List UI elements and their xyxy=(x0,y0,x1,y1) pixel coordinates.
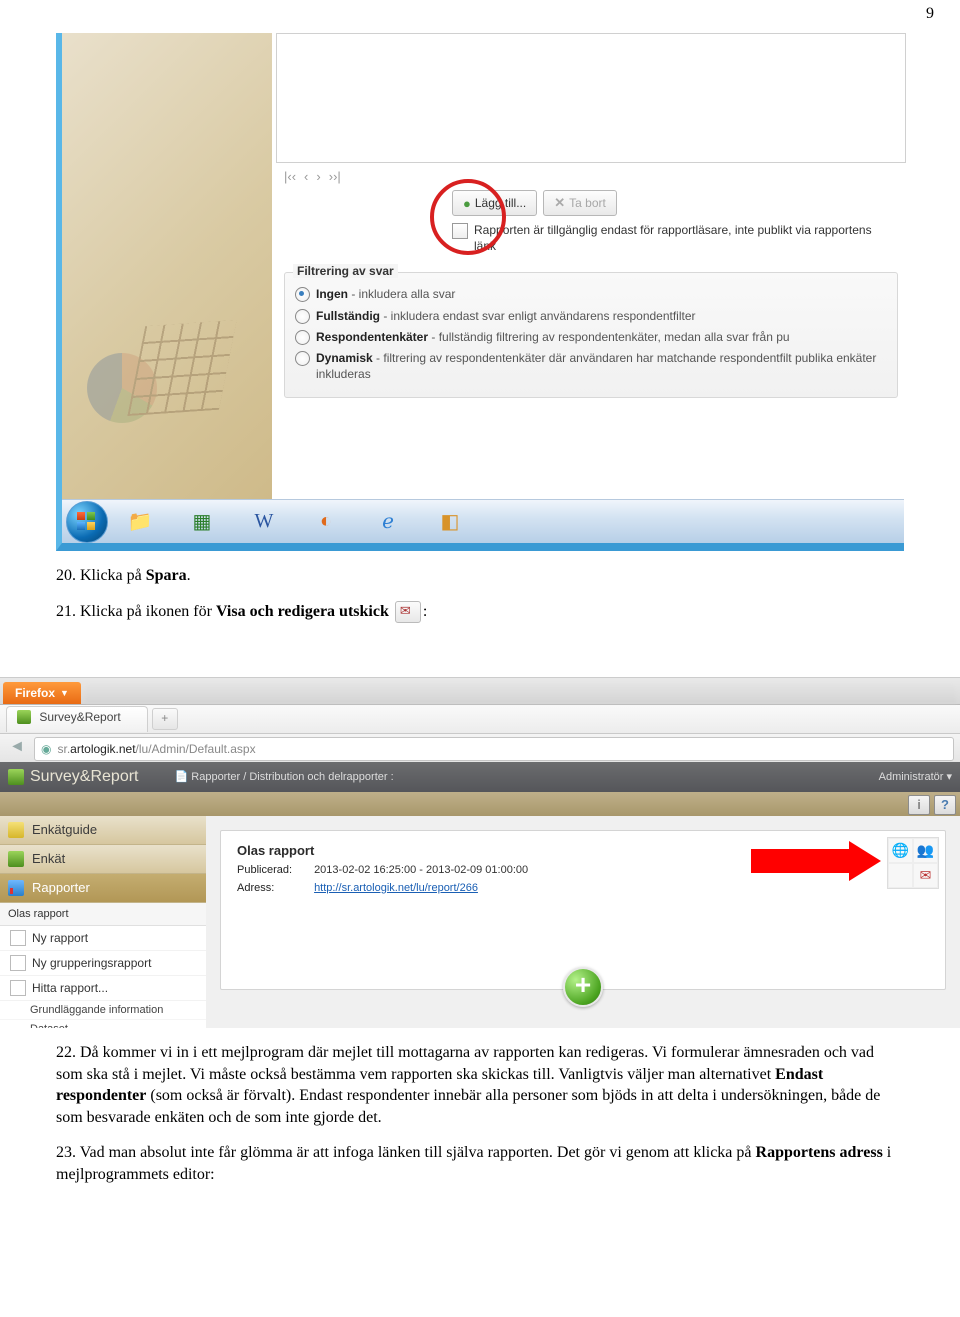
sidebar-sub-dataset[interactable]: Dataset xyxy=(0,1020,206,1028)
step-23: 23. Vad man absolut inte får glömma är a… xyxy=(56,1142,904,1185)
radio[interactable] xyxy=(295,330,310,345)
app-header: Survey&Report 📄 Rapporter / Distribution… xyxy=(0,762,960,792)
pager: |‹‹ ‹ › ››| xyxy=(282,169,906,184)
radio-option-fullstandig[interactable]: Fullständig - inkludera endast svar enli… xyxy=(295,308,887,324)
taskbar-ie[interactable]: ℯ xyxy=(358,504,418,540)
report-card: Olas rapport Publicerad: 2013-02-02 16:2… xyxy=(220,830,946,990)
radio-option-respondentenkater[interactable]: Respondentenkäter - fullständig filtreri… xyxy=(295,329,887,345)
help-button[interactable]: ? xyxy=(934,795,956,815)
wizard-icon xyxy=(8,822,24,838)
checkbox-label: Rapporten är tillgänglig endast för rapp… xyxy=(474,222,872,254)
browser-tab[interactable]: Survey&Report xyxy=(6,706,148,732)
taskbar-explorer[interactable]: 📁 xyxy=(110,504,170,540)
pager-next-icon[interactable]: › xyxy=(314,169,322,184)
mail-edit-icon xyxy=(395,601,421,623)
report-icon xyxy=(8,880,24,896)
site-favicon-icon xyxy=(17,710,31,724)
sidebar: Enkätguide Enkät Rapporter Olas rapport … xyxy=(0,816,207,1028)
radio[interactable] xyxy=(295,351,310,366)
content-toolbar: ? i xyxy=(0,792,960,817)
public-checkbox-row[interactable]: Rapporten är tillgänglig endast för rapp… xyxy=(452,222,872,254)
chevron-down-icon: ▼ xyxy=(60,688,69,698)
screenshot-filter-panel: |‹‹ ‹ › ››| ● Lägg till... ✕ Ta bort Rap… xyxy=(56,33,904,551)
report-address-link[interactable]: http://sr.artologik.net/lu/report/266 xyxy=(314,882,478,894)
pager-first-icon[interactable]: |‹‹ xyxy=(282,169,298,184)
taskbar-word[interactable]: W xyxy=(234,504,294,540)
report-address-row: Adress: http://sr.artologik.net/lu/repor… xyxy=(237,882,929,894)
annotation-circle xyxy=(430,179,506,255)
sidebar-subhead: Olas rapport xyxy=(0,903,206,926)
remove-button[interactable]: ✕ Ta bort xyxy=(543,190,617,216)
sidebar-sub-grundlaggande[interactable]: Grundläggande information xyxy=(0,1001,206,1020)
pager-prev-icon[interactable]: ‹ xyxy=(302,169,310,184)
address-bar[interactable]: ◉ sr.artologik.net/lu/Admin/Default.aspx xyxy=(34,737,954,761)
taskbar-outlook[interactable]: ◧ xyxy=(420,504,480,540)
page-number: 9 xyxy=(0,0,960,23)
start-button[interactable] xyxy=(66,501,108,543)
list-box xyxy=(276,33,906,163)
radio-option-dynamisk[interactable]: Dynamisk - filtrering av respondentenkät… xyxy=(295,350,887,382)
app-logo-icon xyxy=(8,769,24,785)
taskbar-firefox[interactable]: ◐ xyxy=(296,504,356,540)
user-role-label: Administratör ▾ xyxy=(879,770,952,783)
filter-fieldset: Filtrering av svar Ingen - inkludera all… xyxy=(284,272,898,398)
sidebar-item-enkat[interactable]: Enkät xyxy=(0,845,206,874)
main-content: Olas rapport Publicerad: 2013-02-02 16:2… xyxy=(206,816,960,1028)
new-tab-button[interactable]: + xyxy=(152,708,178,730)
add-report-button[interactable]: + xyxy=(563,967,603,1007)
sidebar-item-ny-rapport[interactable]: Ny rapport xyxy=(0,926,206,951)
radio[interactable] xyxy=(295,309,310,324)
taskbar-excel[interactable]: ▦ xyxy=(172,504,232,540)
remove-button-label: Ta bort xyxy=(569,196,606,210)
sidebar-item-enkatguide[interactable]: Enkätguide xyxy=(0,816,206,845)
step-21: 21. Klicka på ikonen för Visa och redige… xyxy=(56,601,904,623)
search-icon xyxy=(10,980,26,996)
blank-cell xyxy=(888,863,913,888)
url-prefix: sr. xyxy=(57,742,70,756)
sidebar-item-ny-grupperingsrapport[interactable]: Ny grupperingsrapport xyxy=(0,951,206,976)
firefox-menu-label: Firefox xyxy=(15,686,55,700)
back-icon[interactable]: ◄ xyxy=(6,738,28,760)
doc-icon xyxy=(10,955,26,971)
mail-edit-icon[interactable]: ✉ xyxy=(913,863,938,888)
pager-last-icon[interactable]: ››| xyxy=(327,169,343,184)
browser-tab-title: Survey&Report xyxy=(39,710,120,724)
info-button[interactable]: i xyxy=(908,795,930,815)
annotation-arrow xyxy=(751,843,881,879)
users-icon[interactable]: 👥 xyxy=(913,838,938,863)
firefox-menu-button[interactable]: Firefox ▼ xyxy=(3,682,81,704)
screenshot-survey-and-report: Firefox ▼ Survey&Report + ◄ ◉ sr.artolog… xyxy=(0,677,960,1028)
desktop-background xyxy=(62,33,272,543)
report-action-icons: 🌐 👥 ✉ xyxy=(887,837,939,889)
fieldset-legend: Filtrering av svar xyxy=(293,264,398,278)
radio[interactable] xyxy=(295,287,310,302)
survey-icon xyxy=(8,851,24,867)
breadcrumb: 📄 Rapporter / Distribution och delrappor… xyxy=(139,770,879,783)
x-icon: ✕ xyxy=(554,195,565,211)
globe-icon: ◉ xyxy=(41,742,51,756)
url-domain: artologik.net xyxy=(70,742,135,756)
radio-option-ingen[interactable]: Ingen - inkludera alla svar xyxy=(295,286,887,302)
app-logo-text: Survey&Report xyxy=(30,768,139,786)
globe-icon[interactable]: 🌐 xyxy=(888,838,913,863)
url-path: /lu/Admin/Default.aspx xyxy=(136,742,256,756)
sidebar-item-hitta-rapport[interactable]: Hitta rapport... xyxy=(0,976,206,1001)
windows-taskbar: 📁 ▦ W ◐ ℯ ◧ xyxy=(62,499,904,543)
doc-icon xyxy=(10,930,26,946)
sidebar-item-rapporter[interactable]: Rapporter xyxy=(0,874,206,903)
step-22: 22. Då kommer vi in i ett mejlprogram dä… xyxy=(56,1042,904,1128)
step-20: 20. Klicka på Spara. xyxy=(56,565,904,587)
